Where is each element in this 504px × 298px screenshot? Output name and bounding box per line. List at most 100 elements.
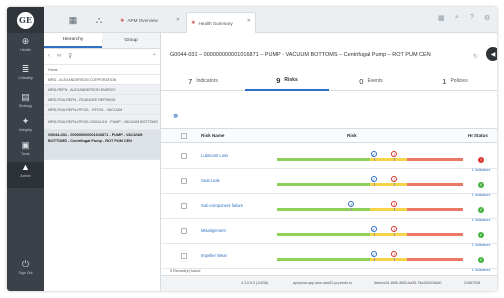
table-row[interactable]: Sub-component failure ✓! ✓ 1 Indicators [161, 194, 497, 222]
column-risk[interactable]: Risk [347, 133, 357, 138]
hierarchy-tabs: Hierarchy Group [44, 33, 160, 49]
nav-item-health[interactable]: ⊕ Health [7, 36, 44, 62]
main-content: G0044-031 – 000000000001016871 – PUMP - … [161, 33, 497, 291]
row-checkbox[interactable] [181, 153, 187, 159]
hierarchy-item[interactable]: MRD-ROA-REFN-RFG01-G0044-01I - PUMP - VA… [44, 115, 160, 130]
help-icon[interactable]: ? [470, 14, 474, 21]
ge-logo[interactable]: GE [7, 7, 44, 33]
app-window: GE ⊕ Health ≣ Criticality ▤ Strategy ✦ I… [7, 7, 497, 291]
hierarchy-item[interactable]: Home [44, 65, 160, 75]
marker-stem [394, 233, 396, 236]
alert-circle-icon[interactable]: ! [391, 176, 398, 186]
row-checkbox[interactable] [181, 178, 187, 184]
kpi-indicators[interactable]: 7 Indicators [161, 71, 245, 91]
check-circle-icon[interactable]: ✓ [370, 251, 377, 261]
hierarchy-item-selected[interactable]: G0044-031 - 000000000001016871 - PUMP - … [44, 130, 160, 160]
filter-icon[interactable]: ⊽ [68, 53, 72, 60]
column-hi-status[interactable]: HI Status [468, 133, 488, 138]
marker-stem [373, 258, 375, 261]
select-all-checkbox[interactable] [181, 133, 187, 139]
check-circle-icon[interactable]: ✓ [370, 226, 377, 236]
collapse-icon[interactable]: ⌃ [152, 53, 157, 60]
table-row[interactable]: Lubricant Loss ✓!! 1 Indicators [161, 144, 497, 172]
kpi-policies[interactable]: 1 Policies [413, 71, 497, 91]
binoculars-icon[interactable]: ∞ [57, 53, 61, 59]
chevron-left-icon: ◀ [490, 51, 496, 58]
gear-icon[interactable]: ⚙ [484, 14, 490, 22]
risk-bar-high [407, 183, 463, 186]
risk-bar-medium [370, 158, 408, 161]
nav-item-strategy[interactable]: ▤ Strategy [7, 92, 44, 118]
risk-bar: ✓! [277, 201, 463, 211]
risk-name-link[interactable]: Impeller Wear [201, 253, 227, 258]
footer-tenant: 5eeecc51-8fd5-4653-ba35-75a1502048d0 [374, 281, 442, 285]
nav-item-integrity[interactable]: ✦ Integrity [7, 116, 44, 142]
row-checkbox[interactable] [181, 253, 187, 259]
hierarchy-item[interactable]: MRD-REFN - ALEXANDERSON ENERGY [44, 85, 160, 95]
risk-name-link[interactable]: Sub-component failure [201, 203, 243, 208]
risk-bar-high [407, 258, 463, 261]
status-ok-icon: ✓ [478, 207, 484, 213]
column-risk-name[interactable]: Risk Name [201, 133, 225, 138]
risk-name-link[interactable]: Seal Leak [201, 178, 220, 183]
top-bar: ▦ ⛬ ❖ APM Overview ✕ ❖ Health Summary ✕ … [44, 7, 497, 33]
kpi-tabs: 7 Indicators 9 Risks 0 Events 1 Policies [161, 71, 497, 91]
back-icon[interactable]: ‹ [48, 53, 50, 59]
check-circle-icon[interactable]: ✓ [370, 176, 377, 186]
hierarchy-item[interactable]: MRD-ROA-REFN-RFG01 - RFG01 - VACUUM [44, 105, 160, 115]
risk-bar-medium [370, 208, 408, 211]
tab-health-summary[interactable]: ❖ Health Summary ✕ [186, 12, 256, 33]
footer-host: apmprod.app.aws-usw02-pr.predix.io [293, 281, 352, 285]
close-icon[interactable]: ✕ [176, 17, 180, 23]
risk-name-link[interactable]: Misalignment [201, 228, 226, 233]
close-icon[interactable]: ✕ [247, 18, 251, 24]
hi-status: ✓ 1 Indicators [466, 248, 496, 272]
status-ok-icon: ✓ [478, 232, 484, 238]
collapse-panel-button[interactable]: ◀ [486, 47, 497, 61]
hierarchy-item[interactable]: MRD - ALEXANDERSON CORPORATION [44, 75, 160, 85]
tab-hierarchy[interactable]: Hierarchy [44, 33, 102, 48]
hierarchy-item[interactable]: MRD-ROA-REFN - ROANOKE REFINING [44, 95, 160, 105]
search-icon[interactable]: ⌕ [455, 14, 459, 22]
record-count: 9 Record(s) found [170, 269, 201, 273]
footer-version: 4.3.0.0.0 (11838) [241, 281, 269, 285]
asset-hierarchy-icon[interactable]: ⛬ [92, 13, 106, 27]
nav-label: Criticality [18, 76, 33, 80]
table-row[interactable]: Impeller Wear ✓! ✓ 1 Indicators [161, 244, 497, 272]
nav-item-admin[interactable]: ▲ Admin [7, 162, 44, 188]
marker-stem [373, 233, 375, 236]
nav-label: Integrity [19, 128, 32, 132]
globe-icon: ⊕ [21, 36, 30, 46]
check-circle-icon[interactable]: ✓ [348, 201, 355, 211]
tab-group[interactable]: Group [102, 33, 160, 48]
table-row[interactable]: Seal Leak ✓! ✓ 1 Indicators [161, 169, 497, 197]
nav-item-criticality[interactable]: ≣ Criticality [7, 64, 44, 90]
wrench-icon: ▤ [21, 92, 30, 102]
nav-item-sign-out[interactable]: ⏻ Sign Out [7, 259, 44, 285]
alert-circle-icon[interactable]: ! [391, 251, 398, 261]
page-title: G0044-031 – 000000000001016871 – PUMP - … [170, 52, 431, 58]
status-alert-icon: ! [478, 157, 484, 163]
dashboard-icon[interactable]: ▦ [66, 13, 80, 27]
refresh-icon[interactable]: ↻ [473, 53, 478, 60]
status-ok-icon: ✓ [478, 257, 484, 263]
grid-icon[interactable]: ▦ [438, 14, 445, 22]
risk-bar-medium [370, 183, 408, 186]
row-checkbox[interactable] [181, 228, 187, 234]
alert-circle-icon[interactable]: ! [391, 151, 398, 161]
alert-circle-icon[interactable]: ! [391, 226, 398, 236]
row-checkbox[interactable] [181, 203, 187, 209]
ribbon-icon[interactable]: ☸ [173, 113, 178, 120]
kpi-risks[interactable]: 9 Risks [245, 71, 329, 91]
tools-icon: ▣ [21, 140, 30, 150]
nav-label: Health [20, 48, 31, 52]
check-circle-icon[interactable]: ✓ [370, 151, 377, 161]
kpi-events[interactable]: 0 Events [329, 71, 413, 91]
marker-stem [373, 158, 375, 161]
table-row[interactable]: Misalignment ✓! ✓ 1 Indicators [161, 219, 497, 247]
risk-bar-high [407, 158, 463, 161]
tab-apm-overview[interactable]: ❖ APM Overview ✕ [116, 12, 184, 29]
alert-circle-icon[interactable]: ! [391, 201, 398, 211]
risk-name-link[interactable]: Lubricant Loss [201, 153, 228, 158]
indicator-count-link[interactable]: 1 Indicators [466, 268, 496, 272]
